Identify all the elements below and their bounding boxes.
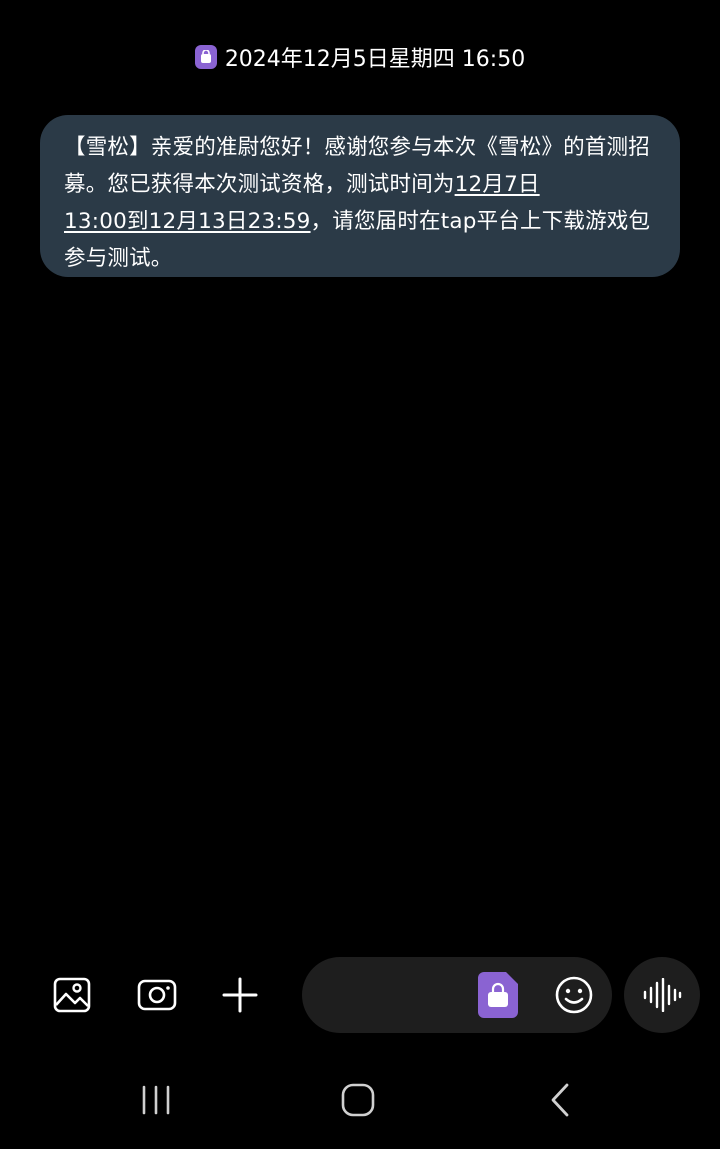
back-icon [551, 1083, 569, 1117]
add-attachment-button[interactable] [220, 975, 260, 1015]
emoji-button[interactable] [554, 975, 594, 1015]
date-link-start[interactable]: 12月7日 [455, 172, 540, 197]
recent-apps-button[interactable] [131, 1078, 181, 1122]
camera-icon [137, 979, 177, 1011]
emoji-icon [555, 976, 593, 1014]
home-icon [341, 1083, 375, 1117]
message-timestamp: 2024年12月5日星期四 16:50 [0, 40, 720, 74]
back-button[interactable] [535, 1078, 585, 1122]
recent-apps-icon [142, 1085, 170, 1115]
plus-icon [222, 977, 258, 1013]
gallery-button[interactable] [52, 975, 92, 1015]
message-bubble[interactable]: 【雪松】亲爱的准尉您好！感谢您参与本次《雪松》的首测招募。您已获得本次测试资格，… [40, 115, 680, 277]
voice-input-button[interactable] [624, 957, 700, 1033]
home-button[interactable] [333, 1078, 383, 1122]
message-text-part1: 【雪松】亲爱的准尉您好！感谢您参与本次《雪松》的首测招募。您已获得本次测试资格，… [64, 135, 650, 197]
sim-select-button[interactable] [478, 972, 518, 1018]
camera-button[interactable] [137, 975, 177, 1015]
voice-icon [643, 978, 682, 1012]
sim-card-icon [194, 45, 217, 69]
message-input-container [302, 957, 612, 1033]
sim-card-icon [478, 972, 518, 1018]
gallery-icon [53, 977, 91, 1013]
timestamp-text: 2024年12月5日星期四 16:50 [224, 47, 526, 72]
date-link-range[interactable]: 13:00到12月13日23:59 [64, 209, 311, 234]
message-input[interactable] [328, 981, 468, 1009]
